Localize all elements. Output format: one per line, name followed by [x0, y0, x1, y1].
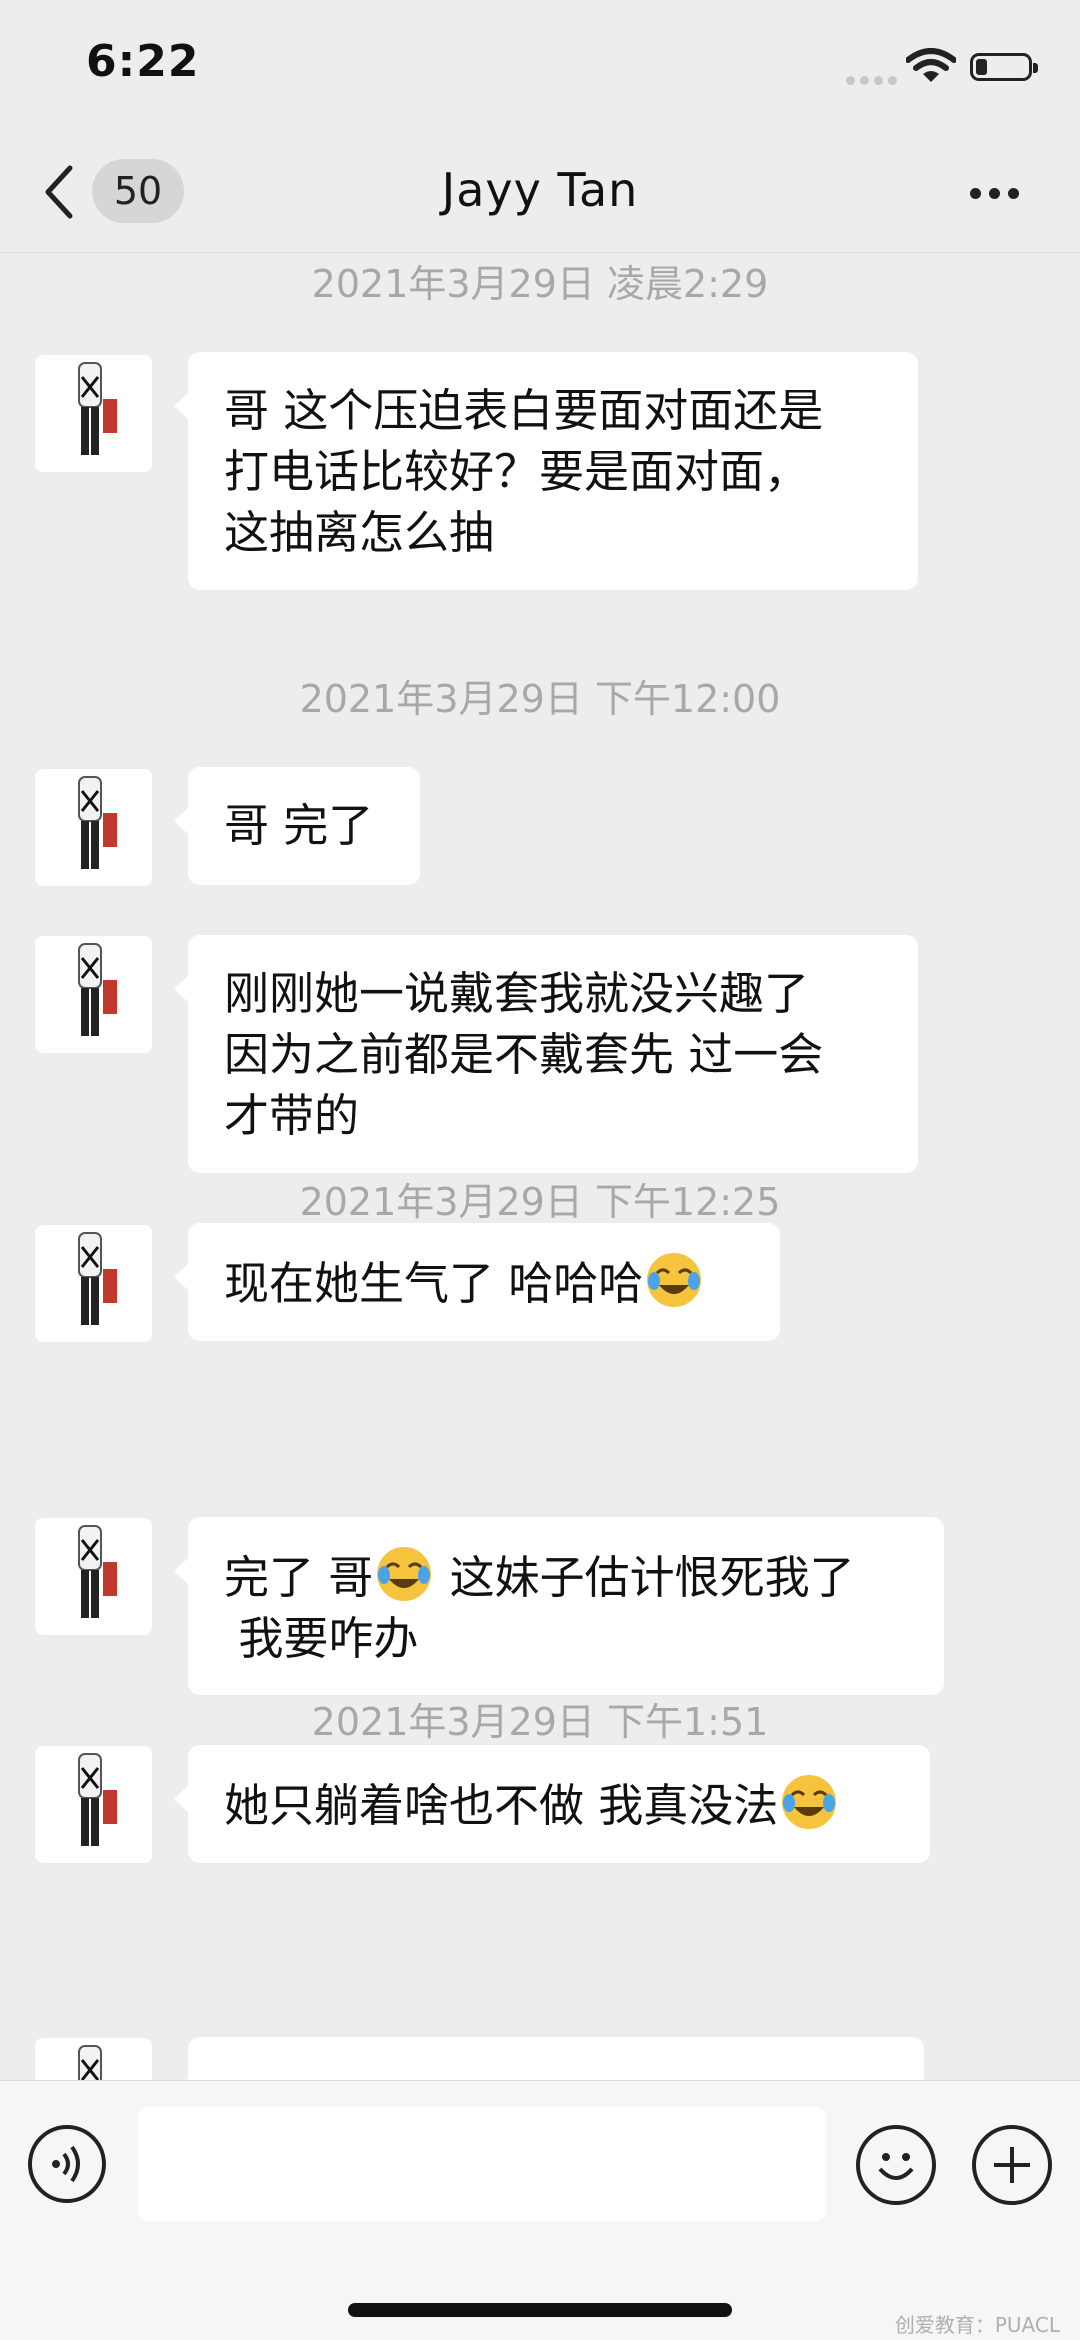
- timestamp: 2021年3月29日 下午1:51: [311, 1700, 769, 1744]
- message-text: 现在她生气了 哈哈哈: [224, 1257, 644, 1310]
- wifi-icon: [906, 48, 956, 82]
- more-dots-icon[interactable]: [970, 184, 1030, 199]
- plus-icon[interactable]: [972, 2125, 1052, 2205]
- message-bubble[interactable]: 哥 这个压迫表白要面对面还是 打电话比较好？要是面对面， 这抽离怎么抽: [174, 352, 918, 590]
- avatar[interactable]: [35, 1225, 152, 1342]
- status-time: 6:22: [86, 36, 200, 87]
- message-text: 完了 哥: [224, 1551, 374, 1604]
- message-bubble[interactable]: 刚刚她一说戴套我就没兴趣了 因为之前都是不戴套先 过一会 才带的: [174, 935, 918, 1173]
- face-with-tears-of-joy-icon: [377, 1547, 432, 1601]
- face-with-tears-of-joy-icon: [647, 1253, 702, 1307]
- timestamp: 2021年3月29日 下午12:00: [299, 677, 781, 721]
- watermark: 创爱教育：PUACL: [894, 2313, 1060, 2337]
- avatar[interactable]: [35, 355, 152, 472]
- avatar[interactable]: [35, 936, 152, 1053]
- avatar[interactable]: [35, 2038, 152, 2080]
- message-bubble[interactable]: 哥 完了: [174, 767, 420, 885]
- voice-icon[interactable]: [28, 2125, 106, 2203]
- avatar[interactable]: [35, 1518, 152, 1635]
- message-input[interactable]: [138, 2107, 826, 2221]
- input-bar: 创爱教育：PUACL: [0, 2080, 1080, 2340]
- message-bubble[interactable]: 完了 哥 这妹子估计恨死我了 我要咋办: [174, 1517, 944, 1695]
- chat-header: 50 Jayy Tan: [0, 130, 1080, 253]
- message-bubble-partial[interactable]: [174, 2037, 924, 2080]
- message-text: 她只躺着啥也不做 我真没法: [224, 1779, 779, 1832]
- chat-title: Jayy Tan: [441, 163, 639, 217]
- avatar[interactable]: [35, 769, 152, 886]
- face-with-tears-of-joy-icon: [782, 1775, 837, 1829]
- signal-icon: [846, 70, 902, 89]
- status-bar: 6:22: [0, 0, 1080, 130]
- smiley-icon[interactable]: [856, 2125, 936, 2205]
- avatar[interactable]: [35, 1746, 152, 1863]
- timestamp: 2021年3月29日 凌晨2:29: [311, 262, 769, 306]
- message-bubble[interactable]: 现在她生气了 哈哈哈: [174, 1223, 780, 1341]
- message-list[interactable]: 2021年3月29日 凌晨2:29 哥 这个压迫表白要面对面还是 打电话比较好？…: [0, 253, 1080, 2080]
- home-indicator[interactable]: [348, 2303, 732, 2317]
- battery-icon: [970, 53, 1038, 81]
- message-bubble[interactable]: 她只躺着啥也不做 我真没法: [174, 1745, 930, 1863]
- timestamp: 2021年3月29日 下午12:25: [299, 1180, 781, 1224]
